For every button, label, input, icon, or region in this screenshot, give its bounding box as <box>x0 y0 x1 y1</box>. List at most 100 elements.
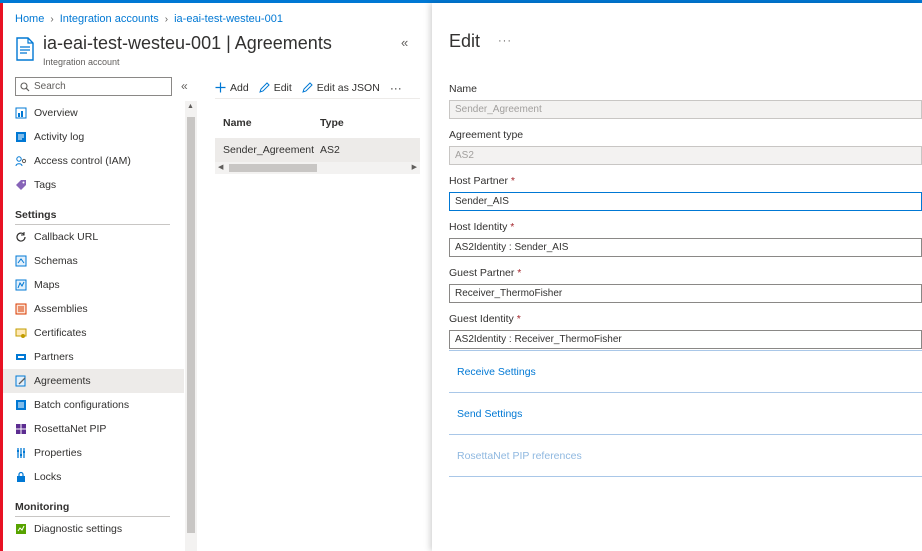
scroll-right-icon[interactable]: ▶ <box>412 163 417 171</box>
overview-icon <box>15 107 27 119</box>
menu-item-batch-configurations[interactable]: Batch configurations <box>3 393 184 417</box>
name-field: Sender_Agreement <box>449 100 922 119</box>
edit-blade: Edit ··· Name Sender_Agreement Agreement… <box>432 3 922 551</box>
table-row[interactable]: Sender_Agreement AS2 <box>215 138 420 162</box>
collapse-menu-icon[interactable]: « <box>181 79 188 93</box>
menu-item-locks[interactable]: Locks <box>3 465 184 489</box>
agreements-grid: Name Type Sender_Agreement AS2 ◀ ▶ <box>215 111 420 174</box>
receive-settings-section[interactable]: Receive Settings <box>449 350 922 392</box>
grid-horizontal-scrollbar[interactable]: ◀ ▶ <box>215 162 420 174</box>
more-options-icon[interactable]: ··· <box>498 35 512 47</box>
agreements-blade: Home › Integration accounts › ia-eai-tes… <box>3 3 432 551</box>
menu-search[interactable] <box>15 77 172 96</box>
refresh-icon <box>15 231 27 243</box>
menu-item-access-control[interactable]: Access control (IAM) <box>3 149 184 173</box>
menu-item-assemblies[interactable]: Assemblies <box>3 297 184 321</box>
tag-icon <box>15 179 27 191</box>
menu-item-label: Batch configurations <box>34 399 130 411</box>
pencil-icon <box>301 82 313 93</box>
cell-type: AS2 <box>320 144 340 156</box>
menu-section-monitoring: Monitoring <box>3 489 184 517</box>
menu-item-label: Overview <box>34 107 78 119</box>
section-divider <box>449 476 922 477</box>
agreement-form: Name Sender_Agreement Agreement type AS2… <box>449 83 922 477</box>
agreement-type-field: AS2 <box>449 146 922 165</box>
schema-icon <box>15 255 27 267</box>
send-settings-section[interactable]: Send Settings <box>449 392 922 434</box>
search-icon <box>20 81 30 91</box>
menu-item-label: Agreements <box>34 375 91 387</box>
partner-icon <box>15 351 27 363</box>
menu-item-tags[interactable]: Tags <box>3 173 184 197</box>
map-icon <box>15 279 27 291</box>
menu-item-label: Diagnostic settings <box>34 523 123 535</box>
menu-item-partners[interactable]: Partners <box>3 345 184 369</box>
menu-item-label: Locks <box>34 471 62 483</box>
add-button[interactable]: Add <box>215 82 249 94</box>
rosettanet-pip-references-section: RosettaNet PIP references <box>449 434 922 476</box>
menu-item-label: Properties <box>34 447 82 459</box>
menu-item-label: Activity log <box>34 131 85 143</box>
column-header-name[interactable]: Name <box>215 117 320 129</box>
column-header-type[interactable]: Type <box>320 117 420 129</box>
breadcrumb-resource[interactable]: ia-eai-test-westeu-001 <box>174 13 283 25</box>
plus-icon <box>215 82 226 93</box>
menu-item-callback-url[interactable]: Callback URL <box>3 225 184 249</box>
menu-item-label: Assemblies <box>34 303 88 315</box>
menu-item-label: Tags <box>34 179 57 191</box>
more-actions-icon[interactable]: ··· <box>390 81 402 95</box>
menu-item-diagnostic-settings[interactable]: Diagnostic settings <box>3 517 184 541</box>
menu-item-schemas[interactable]: Schemas <box>3 249 184 273</box>
command-bar: Add Edit Edit as JSON ··· <box>215 77 420 99</box>
menu-section-settings: Settings <box>3 197 184 225</box>
agreement-type-label: Agreement type <box>449 129 524 141</box>
menu-item-label: Maps <box>34 279 60 291</box>
menu-item-certificates[interactable]: Certificates <box>3 321 184 345</box>
page-subtitle: Integration account <box>43 57 120 67</box>
guest-partner-label: Guest Partner * <box>449 267 522 279</box>
blade-header: ia-eai-test-westeu-001 | Agreements Inte… <box>15 33 420 71</box>
scrollbar-thumb[interactable] <box>229 164 317 172</box>
menu-item-rosettanet-pip[interactable]: RosettaNet PIP <box>3 417 184 441</box>
search-input[interactable] <box>34 81 154 92</box>
menu-item-label: Certificates <box>34 327 87 339</box>
menu-item-agreements[interactable]: Agreements <box>3 369 184 393</box>
grid-header: Name Type <box>215 111 420 135</box>
menu-item-properties[interactable]: Properties <box>3 441 184 465</box>
host-partner-field[interactable]: Sender_AIS <box>449 192 922 211</box>
assembly-icon <box>15 303 27 315</box>
host-identity-field[interactable]: AS2Identity : Sender_AIS <box>449 238 922 257</box>
menu-item-label: Access control (IAM) <box>34 155 131 167</box>
edit-button-label: Edit <box>273 81 292 94</box>
menu-item-label: RosettaNet PIP <box>34 423 107 435</box>
guest-identity-field[interactable]: AS2Identity : Receiver_ThermoFisher <box>449 330 922 349</box>
menu-item-label: Partners <box>34 351 74 363</box>
breadcrumb: Home › Integration accounts › ia-eai-tes… <box>15 11 283 27</box>
menu-item-overview[interactable]: Overview <box>3 101 184 125</box>
breadcrumb-integration-accounts[interactable]: Integration accounts <box>60 13 159 25</box>
menu-item-maps[interactable]: Maps <box>3 273 184 297</box>
scrollbar-thumb[interactable] <box>187 117 195 533</box>
menu-item-label: Callback URL <box>34 231 99 243</box>
edit-as-json-label: Edit as JSON <box>316 81 380 94</box>
integration-account-icon <box>16 37 34 61</box>
name-label: Name <box>449 83 478 95</box>
breadcrumb-home[interactable]: Home <box>15 13 44 25</box>
edit-title: Edit <box>449 31 481 51</box>
collapse-blade-icon[interactable]: « <box>401 35 426 50</box>
guest-partner-field[interactable]: Receiver_ThermoFisher <box>449 284 922 303</box>
host-identity-label: Host Identity * <box>449 221 515 233</box>
menu-item-label: Schemas <box>34 255 78 267</box>
add-button-label: Add <box>230 81 249 94</box>
edit-button[interactable]: Edit <box>258 81 292 94</box>
pencil-icon <box>258 82 270 93</box>
scroll-up-icon[interactable]: ▲ <box>187 103 194 110</box>
menu-scrollbar[interactable]: ▲ <box>185 101 197 551</box>
activity-log-icon <box>15 131 27 143</box>
edit-as-json-button[interactable]: Edit as JSON <box>301 81 380 94</box>
rosettanet-icon <box>15 423 27 435</box>
menu-item-activity-log[interactable]: Activity log <box>3 125 184 149</box>
lock-icon <box>15 471 27 483</box>
diagnostic-icon <box>15 523 27 535</box>
scroll-left-icon[interactable]: ◀ <box>218 163 223 171</box>
